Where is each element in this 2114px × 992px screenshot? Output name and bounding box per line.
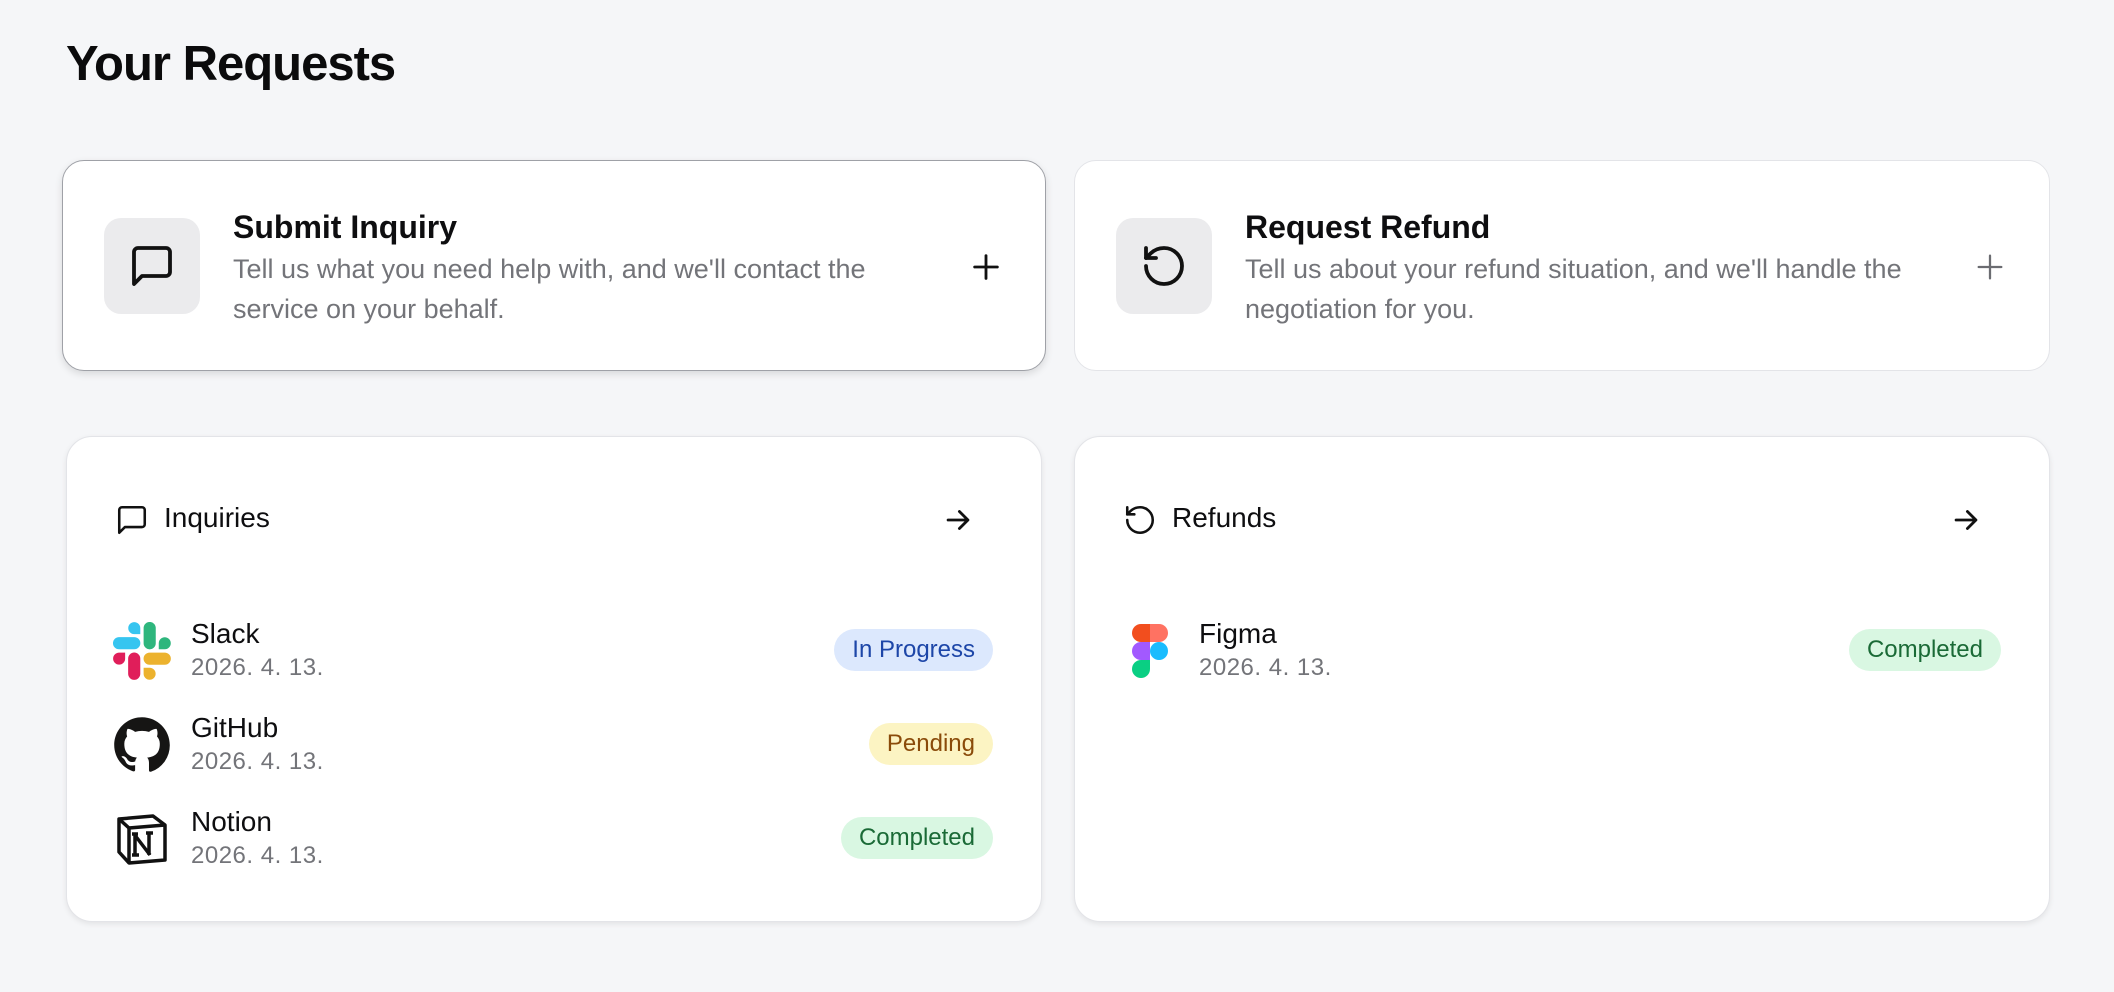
submit-inquiry-title: Submit Inquiry xyxy=(233,209,457,245)
arrow-right-icon[interactable] xyxy=(1949,503,1983,537)
arrow-right-icon[interactable] xyxy=(941,503,975,537)
status-badge: Completed xyxy=(840,817,993,859)
refunds-card: Refunds Figma 2026. 4. 13. Completed xyxy=(1074,436,2050,922)
slack-logo xyxy=(113,622,171,680)
status-badge: In Progress xyxy=(834,629,993,671)
message-square-icon xyxy=(115,503,149,537)
list-item[interactable]: GitHub 2026. 4. 13. Pending xyxy=(113,711,993,781)
inquiries-title: Inquiries xyxy=(164,502,270,533)
request-date: 2026. 4. 13. xyxy=(191,842,324,869)
submit-inquiry-card[interactable]: Submit Inquiry Tell us what you need hel… xyxy=(62,160,1046,371)
request-refund-card[interactable]: Request Refund Tell us about your refund… xyxy=(1074,160,2050,371)
list-item[interactable]: Figma 2026. 4. 13. Completed xyxy=(1121,617,2001,687)
request-date: 2026. 4. 13. xyxy=(191,654,324,681)
service-name: GitHub xyxy=(191,712,279,743)
submit-inquiry-description: Tell us what you need help with, and we'… xyxy=(233,254,866,324)
request-date: 2026. 4. 13. xyxy=(191,748,324,775)
status-badge: Pending xyxy=(868,723,993,765)
figma-logo xyxy=(1121,622,1179,680)
list-item[interactable]: Notion 2026. 4. 13. Completed xyxy=(113,805,993,875)
rotate-ccw-icon xyxy=(1116,218,1212,314)
notion-logo xyxy=(113,810,171,868)
list-item[interactable]: Slack 2026. 4. 13. In Progress xyxy=(113,617,993,687)
submit-inquiry-text: Submit Inquiry Tell us what you need hel… xyxy=(233,207,953,329)
request-refund-title: Request Refund xyxy=(1245,209,1491,245)
service-name: Figma xyxy=(1199,618,1277,649)
request-refund-description: Tell us about your refund situation, and… xyxy=(1245,254,1902,324)
rotate-ccw-icon xyxy=(1123,503,1157,537)
request-date: 2026. 4. 13. xyxy=(1199,654,1332,681)
service-name: Slack xyxy=(191,618,260,649)
requests-page: Your Requests Submit Inquiry Tell us wha… xyxy=(0,0,2114,992)
plus-icon[interactable] xyxy=(969,250,1003,284)
plus-icon[interactable] xyxy=(1973,250,2007,284)
status-badge: Completed xyxy=(1848,629,2001,671)
message-square-icon xyxy=(104,218,200,314)
github-logo xyxy=(113,716,171,774)
request-refund-text: Request Refund Tell us about your refund… xyxy=(1245,207,1965,329)
page-title: Your Requests xyxy=(66,37,396,91)
inquiries-card: Inquiries Slack 2026. 4. 13. In Progress xyxy=(66,436,1042,922)
service-name: Notion xyxy=(191,806,272,837)
refunds-title: Refunds xyxy=(1172,502,1277,533)
